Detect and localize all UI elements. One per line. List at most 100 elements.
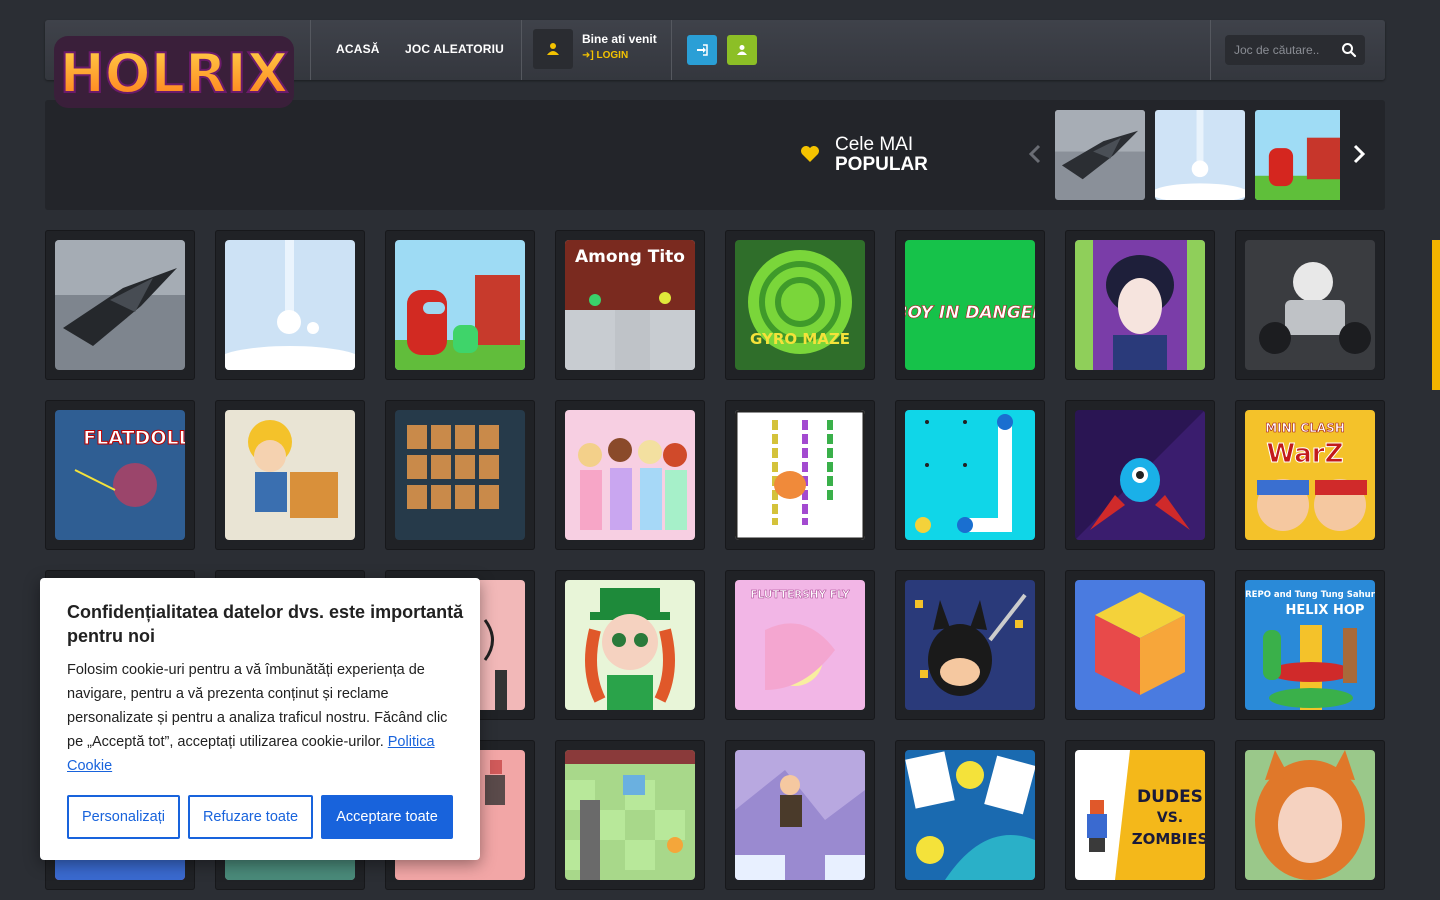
cookie-body: Folosim cookie-uri pentru a vă îmbunătăț… [67,658,459,778]
welcome-text: Bine ati venit [582,32,657,46]
game-thumbnail [565,750,695,880]
game-thumbnail-title: FLATDOLL [83,427,185,449]
search-input[interactable] [1225,35,1339,65]
nav-divider [671,20,672,80]
game-tile-soldier-run[interactable] [725,740,875,890]
game-tile-fluttershy-fly[interactable]: FLUTTERSHY FLY [725,570,875,720]
game-tile-among-us-farm[interactable] [385,230,535,380]
popular-title-line2: POPULAR [835,154,928,175]
game-thumbnail-subtitle: HELIX HOP [1286,603,1365,618]
carousel-item-spaceship[interactable] [1055,110,1145,200]
game-tile-lucky-doll[interactable] [555,570,705,720]
user-icon [737,45,747,55]
game-thumbnail-subtitle: VS. [1157,810,1183,826]
game-thumbnail-title: REPO and Tung Tung Sahur [1245,590,1375,600]
game-tile-among-tito[interactable]: Among Tito [555,230,705,380]
game-tile-boy-in-danger[interactable]: BOY IN DANGER [895,230,1045,380]
login-link[interactable]: ➜] LOGIN [582,50,628,61]
game-thumbnail: FLATDOLL [55,410,185,540]
page-scrollbar[interactable] [1432,240,1440,390]
game-thumbnail [1075,410,1205,540]
game-tile-rubik-cube[interactable] [1065,570,1215,720]
nav-divider [310,20,311,80]
game-thumbnail [225,410,355,540]
game-thumbnail: Among Tito [565,240,695,370]
sign-in-button[interactable] [687,35,717,65]
game-tile-monster-rockets[interactable] [1065,400,1215,550]
game-thumbnail-title: GYRO MAZE [750,330,850,348]
game-tile-kart-racer[interactable] [1235,230,1385,380]
cookie-reject-all-button[interactable]: Refuzare toate [188,795,313,839]
game-thumbnail [565,580,695,710]
snowball-thumbnail [1155,110,1245,200]
cookie-customize-button[interactable]: Personalizați [67,795,180,839]
carousel-item-among-farm[interactable] [1255,110,1340,200]
game-thumbnail-title: DUDES [1137,787,1203,807]
carousel-item-snowball[interactable] [1155,110,1245,200]
game-thumbnail [565,410,695,540]
game-thumbnail-title: BOY IN DANGER [905,303,1035,323]
game-tile-mini-clash-warz[interactable]: MINI CLASH WarZ [1235,400,1385,550]
carousel-track [1055,110,1340,200]
game-tile-halloween-mahjong[interactable] [385,400,535,550]
game-thumbnail: BOY IN DANGER [905,240,1035,370]
login-label: LOGIN [596,50,629,61]
game-thumbnail [1245,240,1375,370]
popular-carousel: Cele MAI POPULAR [45,100,1385,210]
game-tile-connect-dots[interactable] [895,400,1045,550]
game-thumbnail [55,240,185,370]
game-tile-idea-cards[interactable] [895,740,1045,890]
game-thumbnail-subtitle: ZOMBIES [1132,830,1205,848]
game-thumbnail [1075,580,1205,710]
logo-text: HOLRIX [60,42,289,105]
game-thumbnail-title: Among Tito [575,247,685,267]
game-thumbnail [905,410,1035,540]
nav-home-link[interactable]: ACASĂ [336,42,380,56]
holrix-logo[interactable]: HOLRIX [52,30,296,112]
cookie-consent-dialog: Confidențialitatea datelor dvs. este imp… [40,578,480,860]
game-tile-spike-jump[interactable] [555,740,705,890]
nav-divider [1210,20,1211,80]
game-tile-fox-girl[interactable] [1235,740,1385,890]
search-icon[interactable] [1341,42,1357,58]
sign-in-icon [697,44,708,56]
game-thumbnail [225,240,355,370]
sign-in-icon: ➜] [582,50,594,61]
game-thumbnail [1245,750,1375,880]
game-thumbnail [905,750,1035,880]
game-tile-snowball-drop[interactable] [215,230,365,380]
carousel-next-arrow-icon[interactable] [1351,144,1367,164]
heart-icon [801,146,819,162]
game-tile-chain-puzzle[interactable] [725,400,875,550]
popular-title-line1: Cele MAI [835,134,914,155]
game-tile-spaceship-flight[interactable] [45,230,195,380]
spaceship-thumbnail [1055,110,1145,200]
cookie-accept-all-button[interactable]: Acceptare toate [321,795,453,839]
game-thumbnail [905,580,1035,710]
game-tile-dudes-vs-zombies[interactable]: DUDES VS. ZOMBIES [1065,740,1215,890]
game-tile-bat-hero-cut[interactable] [895,570,1045,720]
cookie-title: Confidențialitatea datelor dvs. este imp… [67,602,464,646]
game-tile-flatdoll[interactable]: FLATDOLL [45,400,195,550]
game-thumbnail [395,240,525,370]
game-thumbnail: MINI CLASH WarZ [1245,410,1375,540]
game-tile-geisha-dressup[interactable] [1065,230,1215,380]
nav-random-game-link[interactable]: JOC ALEATORIU [405,42,504,56]
search-box [1225,35,1365,65]
game-tile-princess-party[interactable] [555,400,705,550]
game-thumbnail-subtitle: WarZ [1267,439,1344,469]
game-thumbnail [395,410,525,540]
game-thumbnail [735,750,865,880]
game-thumbnail [1075,240,1205,370]
game-thumbnail [735,410,865,540]
register-button[interactable] [727,35,757,65]
nav-divider [521,20,522,80]
game-tile-repo-helix[interactable]: REPO and Tung Tung Sahur HELIX HOP [1235,570,1385,720]
among-farm-thumbnail [1255,110,1340,200]
game-tile-warehouse-boxes[interactable] [215,400,365,550]
game-thumbnail-title: MINI CLASH [1265,421,1345,435]
user-avatar[interactable] [533,29,573,69]
carousel-prev-arrow-icon[interactable] [1027,144,1043,164]
game-tile-gyro-maze[interactable]: GYRO MAZE [725,230,875,380]
game-thumbnail: GYRO MAZE [735,240,865,370]
